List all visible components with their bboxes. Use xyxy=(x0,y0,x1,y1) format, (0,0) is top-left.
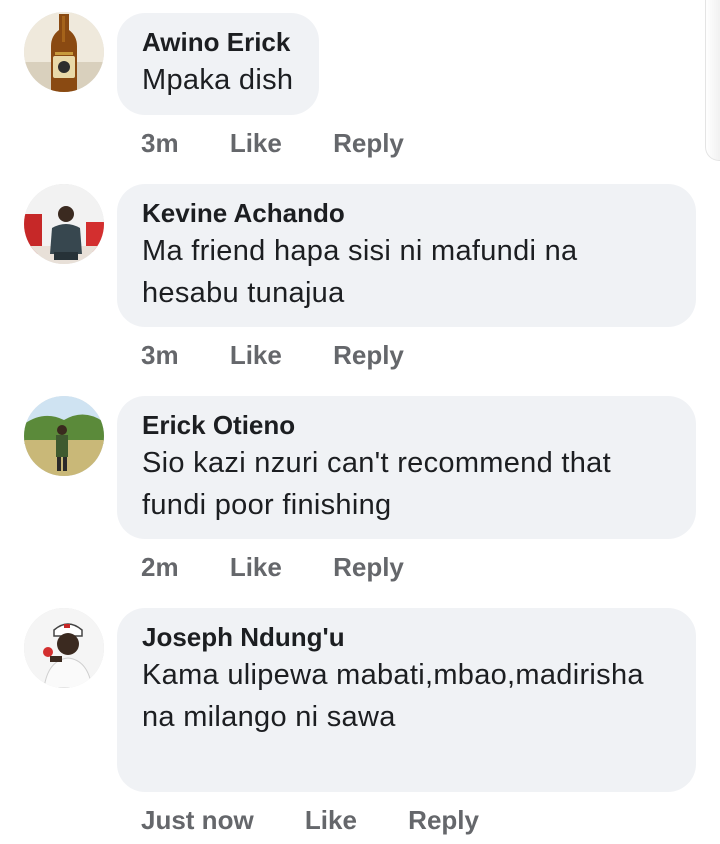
avatar[interactable] xyxy=(24,396,104,476)
comment-author[interactable]: Awino Erick xyxy=(142,27,293,57)
like-button[interactable]: Like xyxy=(230,340,282,371)
comment-time[interactable]: 3m xyxy=(141,340,179,371)
comment-text: Sio kazi nzuri can't recommend that fund… xyxy=(142,447,611,521)
comment-bubble: Kevine Achando Ma friend hapa sisi ni ma… xyxy=(117,184,696,327)
comments-screen: Awino Erick Mpaka dish 3m Like Reply Kev… xyxy=(0,0,720,844)
comment-time[interactable]: Just now xyxy=(141,805,254,836)
reply-button[interactable]: Reply xyxy=(333,128,404,159)
comment-text: Mpaka dish xyxy=(142,64,294,96)
like-button[interactable]: Like xyxy=(230,128,282,159)
comment-author[interactable]: Joseph Ndung'u xyxy=(142,622,670,652)
comment-time[interactable]: 2m xyxy=(141,552,179,583)
reply-button[interactable]: Reply xyxy=(333,552,404,583)
man-outdoors-icon xyxy=(24,396,104,476)
comment-time[interactable]: 3m xyxy=(141,128,179,159)
comment-actions: 2m Like Reply xyxy=(141,552,404,583)
panel-edge xyxy=(705,0,720,161)
comment-actions: Just now Like Reply xyxy=(141,805,479,836)
comment-bubble: Erick Otieno Sio kazi nzuri can't recomm… xyxy=(117,396,696,539)
comment-text: Ma friend hapa sisi ni mafundi na hesabu… xyxy=(142,235,578,309)
avatar[interactable] xyxy=(24,184,104,264)
reply-button[interactable]: Reply xyxy=(408,805,479,836)
avatar[interactable] xyxy=(24,12,104,92)
comment-actions: 3m Like Reply xyxy=(141,128,404,159)
comment-bubble: Joseph Ndung'u Kama ulipewa mabati,mbao,… xyxy=(117,608,696,792)
reply-button[interactable]: Reply xyxy=(333,340,404,371)
comment-author[interactable]: Kevine Achando xyxy=(142,198,670,228)
man-seated-icon xyxy=(24,184,104,264)
beer-bottle-icon xyxy=(24,12,104,92)
like-button[interactable]: Like xyxy=(230,552,282,583)
like-button[interactable]: Like xyxy=(305,805,357,836)
comment-text: Kama ulipewa mabati,mbao,madirisha na mi… xyxy=(142,659,644,733)
comment-actions: 3m Like Reply xyxy=(141,340,404,371)
man-cap-icon xyxy=(24,608,104,688)
comment-bubble: Awino Erick Mpaka dish xyxy=(117,13,320,115)
avatar[interactable] xyxy=(24,608,104,688)
comment-author[interactable]: Erick Otieno xyxy=(142,410,670,440)
